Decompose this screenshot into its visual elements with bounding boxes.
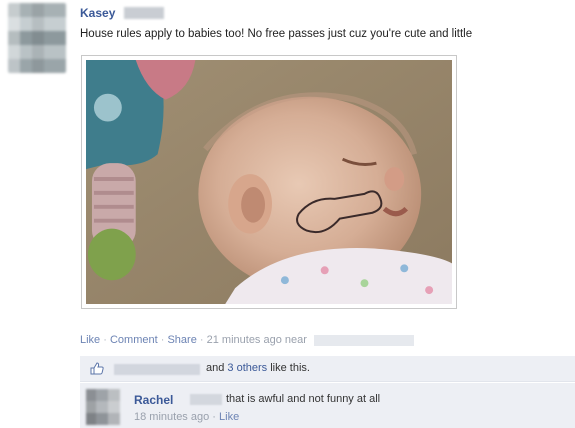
- likes-and: and: [206, 362, 225, 374]
- comment-item: Rachel that is awful and not funny at al…: [80, 383, 575, 428]
- comment-link[interactable]: Comment: [110, 334, 158, 346]
- likes-text: and 3 others like this.: [206, 362, 310, 374]
- separator: ·: [212, 411, 216, 423]
- like-link[interactable]: Like: [80, 334, 100, 346]
- author-avatar[interactable]: [8, 3, 66, 73]
- comment-text: that is awful and not funny at all: [226, 393, 381, 405]
- separator: ·: [199, 334, 204, 346]
- commenter-surname-redaction: [190, 394, 222, 405]
- likes-others-link[interactable]: 3 others: [227, 362, 267, 374]
- commenter-avatar[interactable]: [86, 389, 120, 425]
- post-author-name[interactable]: Kasey: [80, 6, 115, 20]
- commenter-name[interactable]: Rachel: [134, 393, 173, 407]
- separator: ·: [160, 334, 165, 346]
- location-redaction: [313, 334, 414, 346]
- comment-timestamp: 18 minutes ago: [134, 411, 210, 423]
- post-timestamp: 21 minutes ago near: [206, 334, 307, 346]
- post-status-text: House rules apply to babies too! No free…: [80, 28, 473, 40]
- post-actions-bar: Like · Comment · Share · 21 minutes ago …: [80, 334, 414, 346]
- post-photo[interactable]: [81, 55, 457, 309]
- likes-suffix: like this.: [270, 362, 310, 374]
- separator: ·: [103, 334, 107, 346]
- thumbs-up-icon: [90, 362, 104, 375]
- comment-meta: 18 minutes ago · Like: [134, 411, 239, 423]
- likes-summary: and 3 others like this.: [80, 356, 575, 382]
- share-link[interactable]: Share: [167, 334, 196, 346]
- comment-like-link[interactable]: Like: [219, 411, 239, 423]
- likers-redaction: [114, 364, 200, 375]
- author-name-redaction: [124, 7, 164, 19]
- baby-photo-image: [86, 60, 452, 304]
